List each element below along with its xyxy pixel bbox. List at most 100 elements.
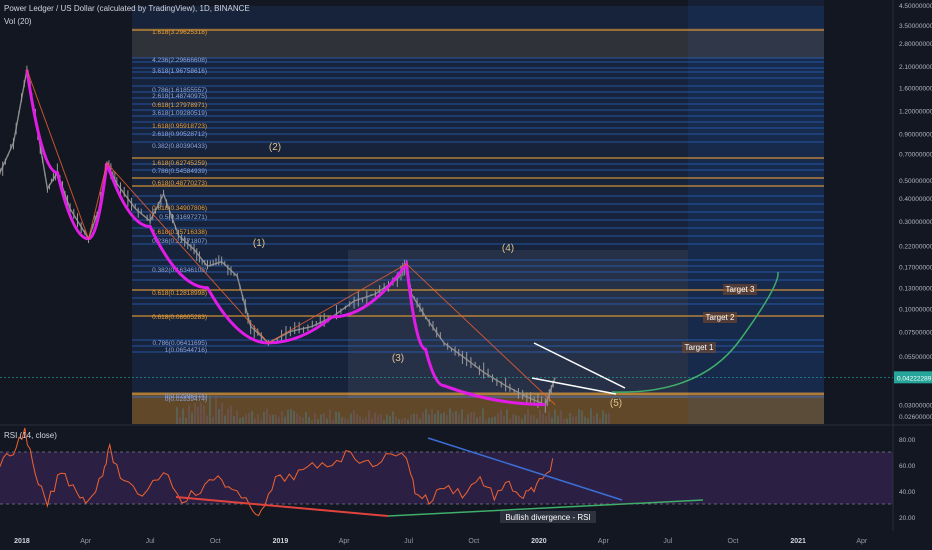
- volume-bar: [578, 408, 580, 424]
- fib-label: 4.236(2.29666608): [152, 57, 207, 64]
- volume-bar: [389, 415, 391, 424]
- volume-bar: [188, 404, 190, 424]
- chart-title: Power Ledger / US Dollar (calculated by …: [4, 4, 250, 13]
- volume-bar: [566, 418, 568, 424]
- volume-bar: [191, 412, 193, 424]
- y-tick-label: 0.02600000: [899, 414, 932, 421]
- volume-bar: [560, 410, 562, 424]
- volume-bar: [317, 418, 319, 424]
- y-tick-label: 0.07500000: [899, 330, 932, 337]
- rsi-label: RSI (14, close): [4, 431, 57, 440]
- volume-bar: [311, 419, 313, 424]
- volume-bar: [581, 410, 583, 424]
- volume-bar: [470, 412, 472, 424]
- volume-bar: [518, 416, 520, 424]
- volume-bar: [437, 410, 439, 424]
- volume-bar: [209, 395, 211, 424]
- fib-label: 0.382(0.80390433): [152, 143, 207, 150]
- volume-bar: [275, 414, 277, 424]
- volume-bar: [179, 416, 181, 424]
- y-tick-label: 0.03000000: [899, 403, 932, 410]
- x-tick-label: Oct: [210, 538, 221, 545]
- wave-label: (2): [269, 142, 281, 153]
- fib-label: 1.618(0.95918723): [152, 123, 207, 130]
- volume-bar: [185, 417, 187, 424]
- volume-bar: [284, 416, 286, 424]
- volume-bar: [266, 408, 268, 424]
- volume-bar: [542, 413, 544, 424]
- volume-bar: [521, 419, 523, 424]
- volume-bar: [299, 416, 301, 424]
- y-tick-label: 2.80000000: [899, 41, 932, 48]
- volume-bar: [365, 417, 367, 424]
- volume-bar: [527, 409, 529, 424]
- volume-bar: [461, 409, 463, 424]
- volume-bar: [254, 418, 256, 424]
- volume-bar: [458, 413, 460, 424]
- volume-bar: [416, 413, 418, 424]
- volume-bar: [290, 408, 292, 424]
- rsi-y-tick-label: 40.00: [899, 489, 916, 496]
- target-label: Target 2: [706, 313, 735, 322]
- fib-label: 2.618(0.90528712): [152, 131, 207, 138]
- y-tick-label: 0.13000000: [899, 286, 932, 293]
- volume-bar: [197, 407, 199, 424]
- volume-bar: [206, 415, 208, 424]
- volume-bar: [485, 419, 487, 424]
- volume-bar: [314, 412, 316, 424]
- volume-bar: [293, 411, 295, 424]
- x-tick-label: Apr: [80, 538, 92, 545]
- volume-bar: [326, 418, 328, 424]
- y-tick-label: 0.50000000: [899, 178, 932, 185]
- current-price-label: 0.04222289: [897, 375, 932, 382]
- x-tick-label: Apr: [339, 538, 351, 545]
- volume-bar: [554, 409, 556, 424]
- volume-bar: [239, 417, 241, 424]
- fib-label: 0.5(0.31697271): [159, 214, 207, 221]
- volume-bar: [536, 418, 538, 424]
- volume-bar: [257, 414, 259, 424]
- volume-bar: [605, 413, 607, 424]
- volume-bar: [251, 410, 253, 424]
- volume-bar: [221, 402, 223, 424]
- fib-label: 3.618(1.09280519): [152, 110, 207, 117]
- volume-bar: [482, 408, 484, 424]
- volume-bar: [218, 409, 220, 424]
- volume-bar: [200, 402, 202, 424]
- volume-bar: [407, 419, 409, 424]
- volume-bar: [593, 415, 595, 424]
- volume-bar: [515, 415, 517, 424]
- volume-bar: [446, 414, 448, 424]
- volume-bar: [440, 413, 442, 424]
- fib-label: 1(0.06544716): [165, 347, 207, 354]
- rsi-annotation: Bullish divergence - RSI: [505, 513, 590, 522]
- volume-bar: [224, 415, 226, 424]
- fib-label: 0.786(0.54584939): [152, 168, 207, 175]
- volume-bar: [380, 414, 382, 424]
- volume-bar: [320, 414, 322, 424]
- volume-bar: [425, 409, 427, 424]
- wave-label: (3): [392, 353, 404, 364]
- volume-bar: [422, 412, 424, 424]
- volume-bar: [419, 418, 421, 424]
- fib-label: 0.786(0.06411695): [153, 340, 207, 347]
- volume-bar: [584, 416, 586, 424]
- volume-bar: [395, 416, 397, 424]
- volume-bar: [473, 411, 475, 424]
- volume-bar: [263, 411, 265, 424]
- volume-bar: [350, 413, 352, 424]
- fib-label: 0.618(0.48770273): [152, 180, 207, 187]
- y-tick-label: 0.90000000: [899, 131, 932, 138]
- volume-bar: [548, 411, 550, 424]
- volume-bar: [356, 414, 358, 424]
- x-tick-label: Apr: [856, 538, 868, 545]
- volume-bar: [269, 414, 271, 424]
- volume-bar: [557, 415, 559, 424]
- volume-bar: [599, 418, 601, 424]
- fib-label: 0.618(0.12818998): [152, 290, 207, 297]
- volume-label: Vol (20): [4, 17, 32, 26]
- y-tick-label: 1.60000000: [899, 85, 932, 92]
- y-tick-label: 2.10000000: [899, 64, 932, 71]
- volume-bar: [572, 416, 574, 424]
- volume-bar: [338, 412, 340, 424]
